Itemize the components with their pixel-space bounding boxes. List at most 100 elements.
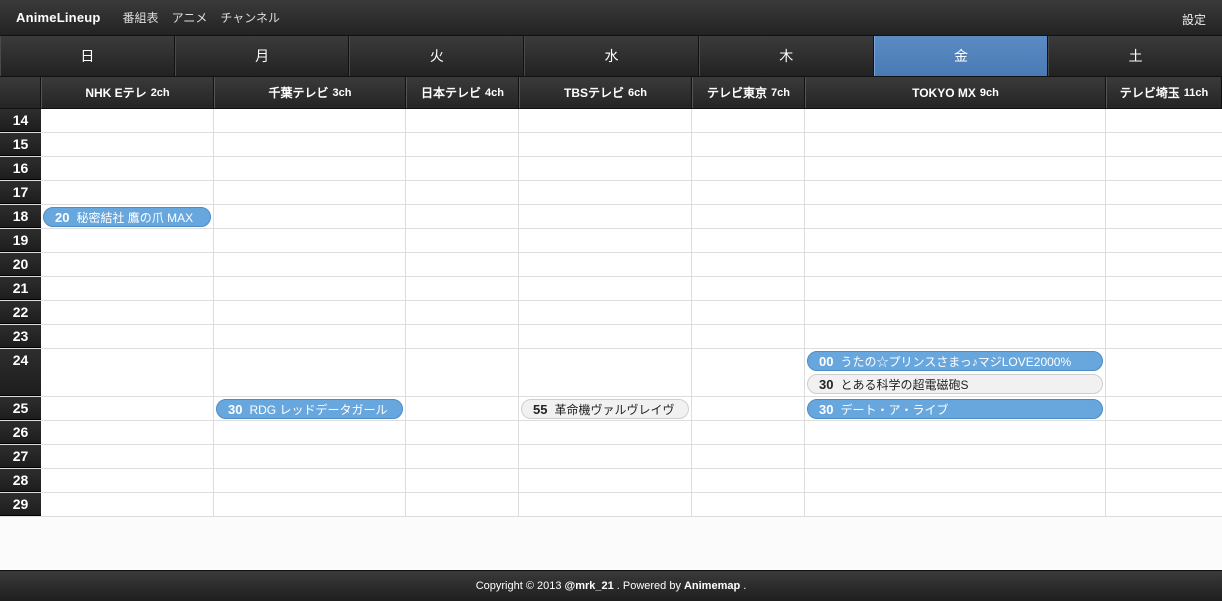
day-tab-sun[interactable]: 日	[0, 36, 175, 76]
nav-link-schedule[interactable]: 番組表	[123, 9, 159, 26]
hour-row: 25 30 RDG レッドデータガール 55 革命機ヴァルヴレイヴ 30 デート・ア・ライブ	[0, 397, 1222, 421]
program-item[interactable]: 30 RDG レッドデータガール	[216, 399, 403, 419]
schedule-cell-nhk-etele	[41, 157, 214, 180]
schedule-cell-tv-saitama	[1106, 469, 1222, 492]
schedule-cell-tv-tokyo	[692, 157, 805, 180]
schedule-cell-tv-saitama	[1106, 157, 1222, 180]
schedule-cell-tv-tokyo	[692, 349, 805, 396]
hour-label: 17	[0, 181, 41, 204]
schedule-cell-tv-saitama	[1106, 445, 1222, 468]
schedule-cell-tbs	[519, 301, 692, 324]
schedule-cell-ntv	[406, 181, 519, 204]
schedule-cell-tv-tokyo	[692, 229, 805, 252]
day-tab-thu[interactable]: 木	[698, 36, 874, 76]
schedule-cell-ntv	[406, 397, 519, 420]
program-item[interactable]: 20 秘密結社 鷹の爪 MAX	[43, 207, 211, 227]
program-start-minute: 00	[819, 353, 834, 369]
schedule-cell-tv-tokyo	[692, 493, 805, 516]
schedule-cell-chiba-tv	[214, 181, 406, 204]
schedule-cell-chiba-tv	[214, 133, 406, 156]
program-item[interactable]: 55 革命機ヴァルヴレイヴ	[521, 399, 689, 419]
hour-label: 20	[0, 253, 41, 276]
schedule-cell-tokyo-mx	[805, 205, 1106, 228]
program-start-minute: 30	[819, 376, 834, 392]
hour-label: 25	[0, 397, 41, 420]
schedule-cell-tbs: 55 革命機ヴァルヴレイヴ	[519, 397, 692, 420]
footer-powered: . Powered by	[616, 580, 681, 592]
program-item[interactable]: 30 デート・ア・ライブ	[807, 399, 1103, 419]
schedule-cell-nhk-etele	[41, 397, 214, 420]
program-item[interactable]: 30 とある科学の超電磁砲S	[807, 374, 1103, 394]
schedule-cell-chiba-tv	[214, 421, 406, 444]
footer-site-link[interactable]: Animemap	[684, 580, 740, 592]
channel-name: 千葉テレビ	[268, 86, 329, 100]
schedule-cell-tokyo-mx	[805, 301, 1106, 324]
schedule-cell-tv-tokyo	[692, 397, 805, 420]
schedule-cell-tv-saitama	[1106, 301, 1222, 324]
hour-column-header	[0, 77, 41, 108]
schedule-cell-tv-tokyo	[692, 469, 805, 492]
hour-row: 22	[0, 301, 1222, 325]
schedule-cell-tokyo-mx	[805, 133, 1106, 156]
schedule-cell-ntv	[406, 325, 519, 348]
day-tab-wed[interactable]: 水	[524, 36, 699, 76]
schedule-cell-tv-saitama	[1106, 133, 1222, 156]
schedule-cell-tv-saitama	[1106, 181, 1222, 204]
hour-row: 16	[0, 157, 1222, 181]
hour-row: 28	[0, 469, 1222, 493]
hour-label: 24	[0, 349, 41, 396]
day-tab-mon[interactable]: 月	[174, 36, 350, 76]
channel-name: テレビ埼玉	[1119, 86, 1180, 100]
schedule-cell-tbs	[519, 253, 692, 276]
schedule-cell-tv-saitama	[1106, 205, 1222, 228]
hour-row: 19	[0, 229, 1222, 253]
schedule-cell-tbs	[519, 421, 692, 444]
schedule-cell-tv-tokyo	[692, 109, 805, 132]
brand-logo[interactable]: AnimeLineup	[16, 10, 101, 25]
schedule-cell-ntv	[406, 253, 519, 276]
nav-link-anime[interactable]: アニメ	[172, 9, 208, 26]
schedule-cell-tbs	[519, 133, 692, 156]
hour-row: 23	[0, 325, 1222, 349]
settings-link[interactable]: 設定	[1182, 11, 1206, 28]
schedule-cell-tv-tokyo	[692, 421, 805, 444]
program-item[interactable]: 00 うたの☆プリンスさまっ♪マジLOVE2000%	[807, 351, 1103, 371]
channel-name: NHK Eテレ	[85, 86, 147, 100]
schedule-cell-tbs	[519, 109, 692, 132]
schedule-cell-nhk-etele	[41, 445, 214, 468]
schedule-cell-ntv	[406, 421, 519, 444]
channel-number: 7ch	[771, 86, 790, 99]
hour-row: 20	[0, 253, 1222, 277]
hour-row: 29	[0, 493, 1222, 517]
day-tab-sat[interactable]: 土	[1048, 36, 1222, 76]
schedule-cell-tbs	[519, 277, 692, 300]
schedule-cell-nhk-etele	[41, 133, 214, 156]
program-title: とある科学の超電磁砲S	[840, 377, 969, 392]
hour-label: 19	[0, 229, 41, 252]
schedule-cell-tv-tokyo	[692, 301, 805, 324]
schedule-cell-ntv	[406, 349, 519, 396]
nav-link-channels[interactable]: チャンネル	[220, 9, 280, 26]
program-title: 秘密結社 鷹の爪 MAX	[76, 210, 194, 225]
program-start-minute: 30	[819, 401, 834, 417]
program-title: デート・ア・ライブ	[840, 402, 949, 417]
schedule-cell-nhk-etele	[41, 421, 214, 444]
top-navbar: AnimeLineup 番組表 アニメ チャンネル 設定	[0, 0, 1222, 36]
schedule-cell-tokyo-mx	[805, 229, 1106, 252]
footer-author-link[interactable]: @mrk_21	[564, 580, 613, 592]
schedule-cell-tv-saitama	[1106, 109, 1222, 132]
program-title: うたの☆プリンスさまっ♪マジLOVE2000%	[840, 354, 1072, 369]
day-tabs: 日 月 火 水 木 金 土	[0, 36, 1222, 77]
schedule-cell-nhk-etele	[41, 301, 214, 324]
schedule-cell-chiba-tv	[214, 277, 406, 300]
schedule-cell-ntv	[406, 445, 519, 468]
channel-header-ntv: 日本テレビ 4ch	[406, 77, 519, 108]
day-tab-fri[interactable]: 金	[873, 36, 1049, 76]
program-start-minute: 55	[533, 401, 548, 417]
program-title: 革命機ヴァルヴレイヴ	[554, 402, 675, 417]
schedule-cell-tv-tokyo	[692, 181, 805, 204]
day-tab-tue[interactable]: 火	[349, 36, 525, 76]
schedule-cell-chiba-tv	[214, 229, 406, 252]
schedule-cell-tokyo-mx	[805, 253, 1106, 276]
schedule-cell-ntv	[406, 277, 519, 300]
